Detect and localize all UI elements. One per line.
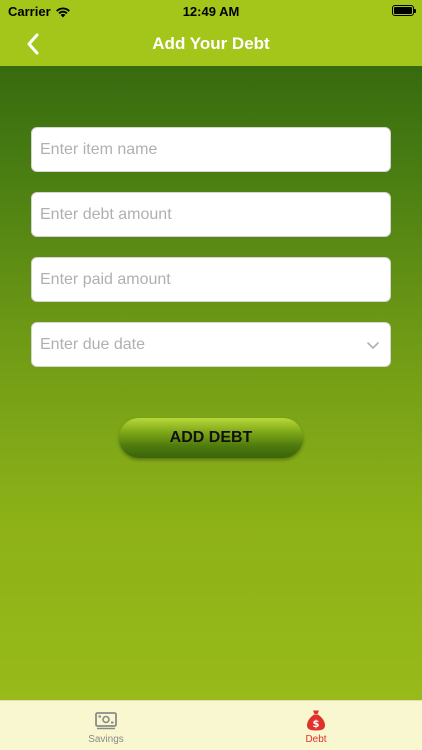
item-name-field[interactable] [31, 127, 391, 172]
tab-debt[interactable]: $ Debt [246, 701, 386, 750]
clock: 12:49 AM [182, 4, 240, 19]
add-debt-screen: Carrier 12:49 AM Add Your Debt Enter ite… [0, 0, 422, 750]
money-icon [95, 712, 117, 730]
tab-savings[interactable]: Savings [36, 701, 176, 750]
debt-bag-icon: $ [307, 710, 325, 731]
add-debt-button[interactable]: ADD DEBT [119, 418, 303, 458]
navigation-bar: Add Your Debt [0, 22, 422, 66]
svg-text:$: $ [313, 719, 320, 730]
tab-bar: Savings $ Debt [0, 700, 422, 750]
paid-amount-field[interactable] [31, 257, 391, 302]
battery-icon [392, 5, 416, 16]
tab-savings-label: Savings [88, 734, 124, 745]
paid-amount-input[interactable] [32, 258, 390, 301]
debt-amount-field[interactable] [31, 192, 391, 237]
due-date-select[interactable]: Enter due date [31, 322, 391, 367]
header: Carrier 12:49 AM Add Your Debt [0, 0, 422, 66]
tab-debt-label: Debt [305, 734, 327, 745]
due-date-placeholder: Enter due date [40, 335, 145, 353]
item-name-input[interactable] [32, 128, 390, 171]
status-bar: Carrier 12:49 AM [0, 0, 422, 22]
chevron-down-icon [367, 341, 379, 349]
page-title: Add Your Debt [152, 34, 270, 53]
debt-amount-input[interactable] [32, 193, 390, 236]
